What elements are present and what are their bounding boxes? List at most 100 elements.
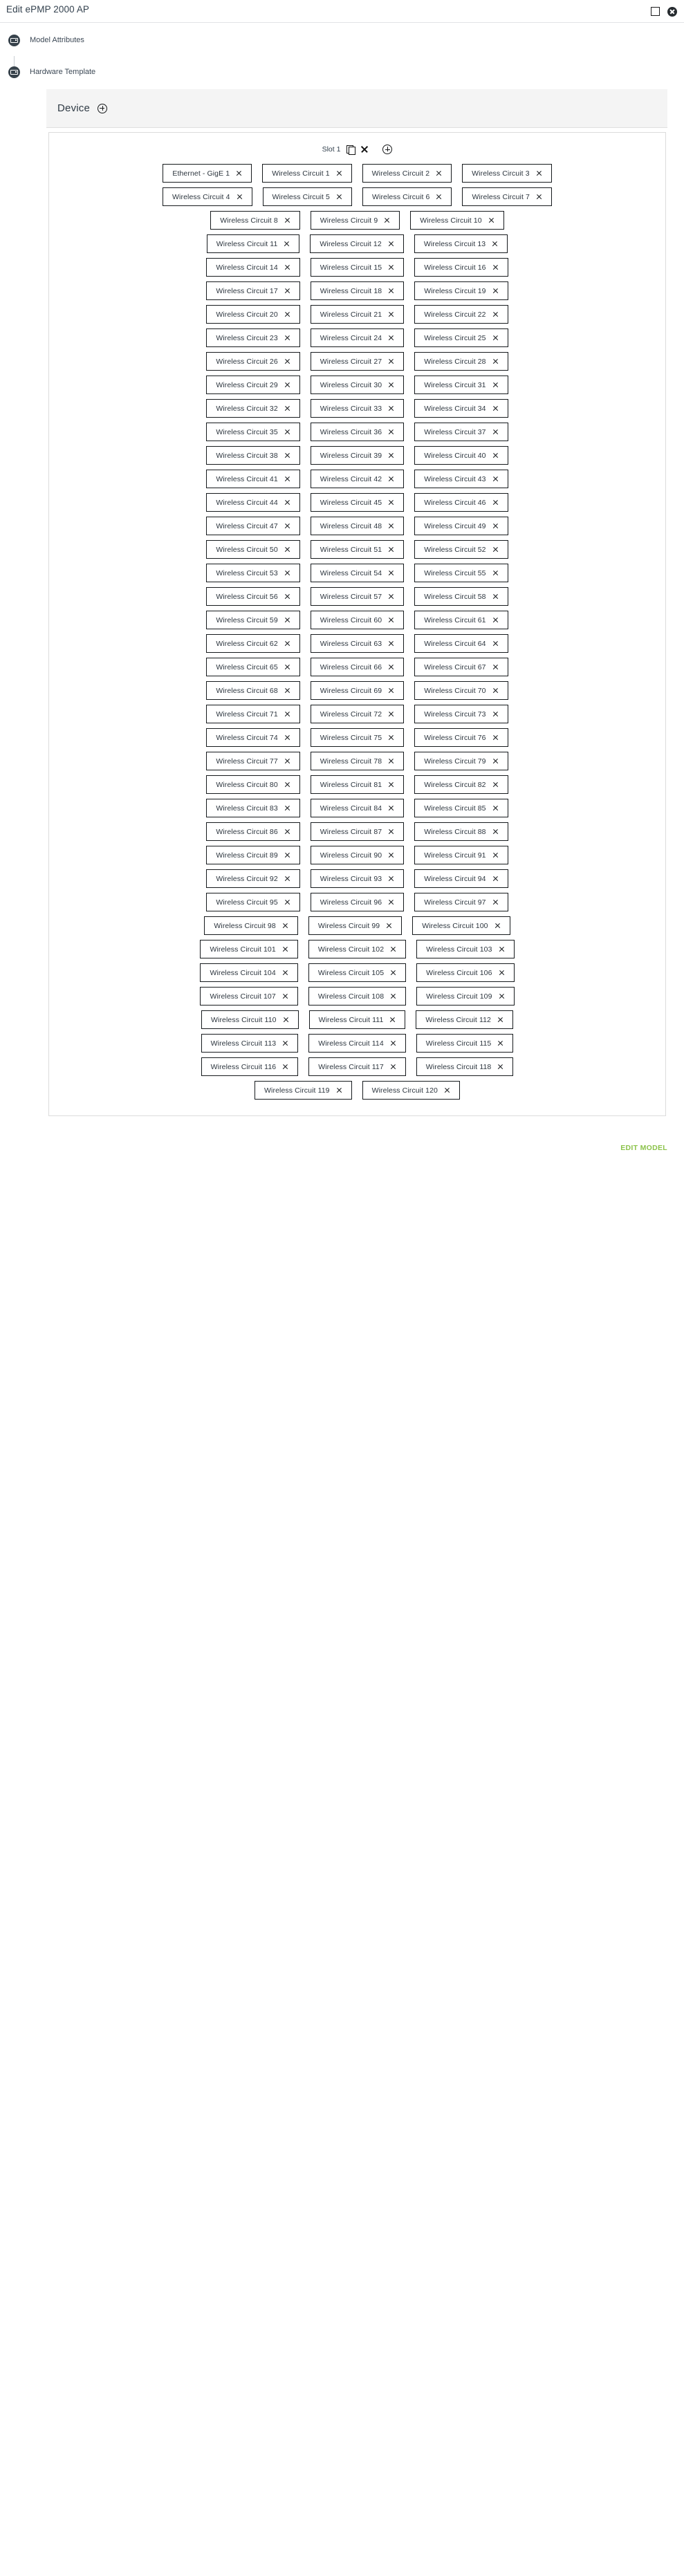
remove-port-icon[interactable] <box>284 264 290 270</box>
port-chip[interactable]: Wireless Circuit 61 <box>414 611 508 629</box>
remove-port-icon[interactable] <box>284 852 290 858</box>
port-chip[interactable]: Wireless Circuit 99 <box>308 916 403 935</box>
port-chip[interactable]: Wireless Circuit 104 <box>200 963 298 982</box>
port-chip[interactable]: Wireless Circuit 33 <box>310 399 405 418</box>
remove-port-icon[interactable] <box>436 170 442 176</box>
port-chip[interactable]: Wireless Circuit 11 <box>206 234 300 253</box>
port-chip[interactable]: Wireless Circuit 52 <box>414 540 508 559</box>
remove-port-icon[interactable] <box>492 828 499 835</box>
remove-port-icon[interactable] <box>284 241 290 247</box>
port-chip[interactable]: Wireless Circuit 12 <box>310 234 404 253</box>
remove-port-icon[interactable] <box>388 382 394 388</box>
port-chip[interactable]: Wireless Circuit 4 <box>163 187 252 206</box>
port-chip[interactable]: Wireless Circuit 87 <box>310 822 405 841</box>
port-chip[interactable]: Wireless Circuit 106 <box>416 963 515 982</box>
remove-port-icon[interactable] <box>390 1064 396 1070</box>
remove-port-icon[interactable] <box>388 570 394 576</box>
port-chip[interactable]: Wireless Circuit 26 <box>206 352 300 371</box>
remove-port-icon[interactable] <box>388 664 394 670</box>
port-chip[interactable]: Wireless Circuit 120 <box>362 1081 460 1100</box>
port-chip[interactable]: Wireless Circuit 110 <box>201 1010 299 1029</box>
remove-port-icon[interactable] <box>284 382 290 388</box>
remove-port-icon[interactable] <box>283 1017 289 1023</box>
remove-port-icon[interactable] <box>388 640 394 647</box>
remove-port-icon[interactable] <box>388 687 394 694</box>
close-icon[interactable] <box>667 6 677 17</box>
remove-port-icon[interactable] <box>492 523 499 529</box>
remove-port-icon[interactable] <box>492 452 499 458</box>
remove-port-icon[interactable] <box>284 523 290 529</box>
port-chip[interactable]: Wireless Circuit 100 <box>412 916 510 935</box>
port-chip[interactable]: Wireless Circuit 27 <box>310 352 405 371</box>
port-chip[interactable]: Wireless Circuit 69 <box>310 681 405 700</box>
port-chip[interactable]: Wireless Circuit 94 <box>414 869 508 888</box>
port-chip[interactable]: Wireless Circuit 40 <box>414 446 508 465</box>
port-chip[interactable]: Wireless Circuit 19 <box>414 281 508 300</box>
port-chip[interactable]: Wireless Circuit 30 <box>310 376 405 394</box>
port-chip[interactable]: Wireless Circuit 101 <box>200 940 298 958</box>
remove-port-icon[interactable] <box>492 687 499 694</box>
remove-port-icon[interactable] <box>284 687 290 694</box>
port-chip[interactable]: Wireless Circuit 85 <box>414 799 508 817</box>
port-chip[interactable]: Wireless Circuit 112 <box>416 1010 513 1029</box>
remove-port-icon[interactable] <box>492 264 499 270</box>
port-chip[interactable]: Wireless Circuit 45 <box>310 493 405 512</box>
remove-port-icon[interactable] <box>336 170 342 176</box>
port-chip[interactable]: Wireless Circuit 84 <box>310 799 405 817</box>
port-chip[interactable]: Wireless Circuit 113 <box>201 1034 299 1053</box>
remove-port-icon[interactable] <box>492 405 499 411</box>
port-chip[interactable]: Wireless Circuit 116 <box>201 1057 299 1076</box>
port-chip[interactable]: Wireless Circuit 23 <box>206 328 300 347</box>
port-chip[interactable]: Wireless Circuit 46 <box>414 493 508 512</box>
port-chip[interactable]: Wireless Circuit 72 <box>310 705 405 723</box>
remove-port-icon[interactable] <box>237 194 243 200</box>
remove-port-icon[interactable] <box>284 405 290 411</box>
port-chip[interactable]: Wireless Circuit 119 <box>255 1081 352 1100</box>
remove-port-icon[interactable] <box>284 476 290 482</box>
port-chip[interactable]: Wireless Circuit 31 <box>414 376 508 394</box>
port-chip[interactable]: Wireless Circuit 88 <box>414 822 508 841</box>
port-chip[interactable]: Wireless Circuit 24 <box>310 328 405 347</box>
remove-port-icon[interactable] <box>388 805 394 811</box>
port-chip[interactable]: Wireless Circuit 66 <box>310 658 405 676</box>
remove-port-icon[interactable] <box>284 758 290 764</box>
remove-port-icon[interactable] <box>492 640 499 647</box>
remove-port-icon[interactable] <box>497 1017 503 1023</box>
remove-port-icon[interactable] <box>499 993 505 999</box>
port-chip[interactable]: Wireless Circuit 47 <box>206 517 300 535</box>
remove-port-icon[interactable] <box>492 899 499 905</box>
add-device-icon[interactable] <box>98 103 108 113</box>
port-chip[interactable]: Wireless Circuit 13 <box>414 234 508 253</box>
port-chip[interactable]: Wireless Circuit 16 <box>414 258 508 277</box>
remove-port-icon[interactable] <box>492 617 499 623</box>
close-icon[interactable] <box>360 145 369 154</box>
remove-port-icon[interactable] <box>336 1087 342 1093</box>
remove-port-icon[interactable] <box>282 946 288 952</box>
port-chip[interactable]: Wireless Circuit 107 <box>200 987 298 1006</box>
remove-port-icon[interactable] <box>284 711 290 717</box>
port-chip[interactable]: Wireless Circuit 42 <box>310 470 405 488</box>
remove-port-icon[interactable] <box>284 875 290 882</box>
port-chip[interactable]: Wireless Circuit 90 <box>310 846 405 864</box>
remove-port-icon[interactable] <box>390 946 396 952</box>
copy-icon[interactable] <box>346 145 355 155</box>
remove-port-icon[interactable] <box>284 288 290 294</box>
port-chip[interactable]: Wireless Circuit 6 <box>362 187 452 206</box>
port-chip[interactable]: Wireless Circuit 91 <box>414 846 508 864</box>
port-chip[interactable]: Wireless Circuit 115 <box>416 1034 514 1053</box>
remove-port-icon[interactable] <box>284 664 290 670</box>
port-chip[interactable]: Wireless Circuit 67 <box>414 658 508 676</box>
remove-port-icon[interactable] <box>444 1087 450 1093</box>
remove-port-icon[interactable] <box>492 734 499 741</box>
port-chip[interactable]: Wireless Circuit 76 <box>414 728 508 747</box>
port-chip[interactable]: Wireless Circuit 73 <box>414 705 508 723</box>
port-chip[interactable]: Wireless Circuit 70 <box>414 681 508 700</box>
remove-port-icon[interactable] <box>282 993 288 999</box>
port-chip[interactable]: Wireless Circuit 10 <box>410 211 504 230</box>
remove-port-icon[interactable] <box>284 805 290 811</box>
remove-port-icon[interactable] <box>497 1040 503 1046</box>
remove-port-icon[interactable] <box>388 288 394 294</box>
port-chip[interactable]: Wireless Circuit 102 <box>308 940 407 958</box>
remove-port-icon[interactable] <box>389 1017 396 1023</box>
remove-port-icon[interactable] <box>388 546 394 553</box>
